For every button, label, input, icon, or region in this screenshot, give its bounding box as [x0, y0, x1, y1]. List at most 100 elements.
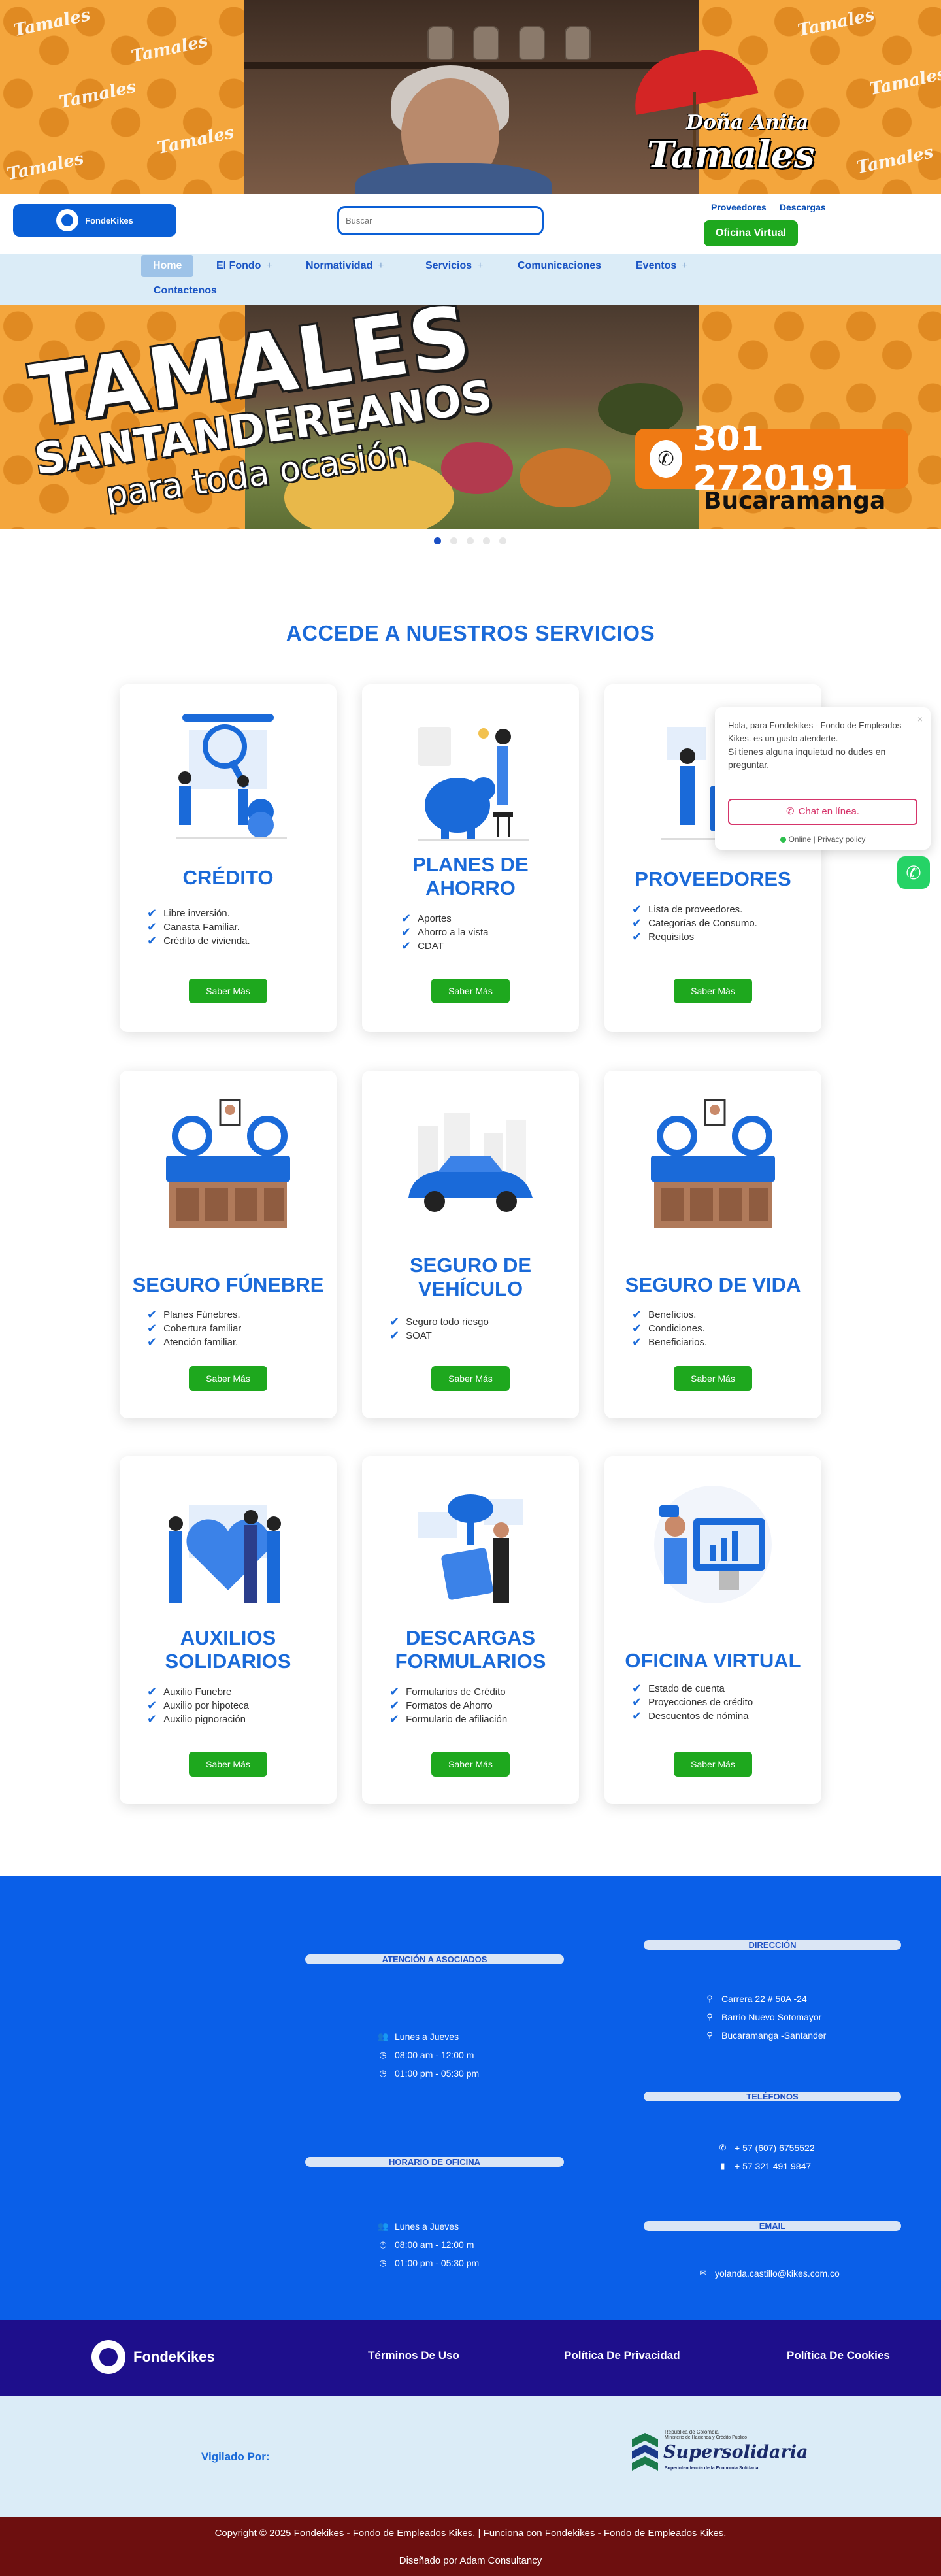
check-icon: ✔ [147, 1685, 157, 1698]
copyright-bar: Copyright © 2025 Fondekikes - Fondo de E… [0, 2517, 941, 2576]
check-icon: ✔ [632, 1335, 642, 1348]
vigilado-label: Vigilado Por: [201, 2451, 270, 2463]
life-insurance-illustration [651, 1099, 775, 1228]
link-proveedores[interactable]: Proveedores [711, 202, 767, 212]
link-privacidad[interactable]: Política De Privacidad [564, 2349, 680, 2362]
address-barrio: ⚲ Barrio Nuevo Sotomayor [704, 2012, 821, 2022]
list-item-text: Estado de cuenta [648, 1683, 725, 1694]
address-city: ⚲ Bucaramanga -Santander [704, 2030, 826, 2041]
card-seguro-vida: SEGURO DE VIDA ✔ Beneficios. ✔ Condiciones… [604, 1071, 821, 1418]
email-address[interactable]: ✉ yolanda.castillo@kikes.com.co [698, 2268, 840, 2279]
card-oficina-virtual: OFICINA VIRTUAL ✔ Estado de cuenta ✔ Proye… [604, 1456, 821, 1804]
phone-landline[interactable]: ✆ + 57 (607) 6755522 [718, 2143, 815, 2153]
email-title: EMAIL [644, 2221, 901, 2231]
hero-phone-badge[interactable]: ✆ 301 2720191 [635, 420, 908, 498]
list-item-text: Atención familiar. [163, 1337, 239, 1348]
card-list: ✔ Estado de cuenta ✔ Proyecciones de crédi… [632, 1682, 753, 1723]
phone-mobile[interactable]: ▮ + 57 321 491 9847 [718, 2161, 811, 2171]
nav-normatividad[interactable]: Normatividad + [302, 255, 388, 277]
hero-slider[interactable]: TAMALES SANTANDEREANOS para toda ocasión… [0, 305, 941, 529]
saber-mas-button[interactable]: Saber Más [189, 1366, 267, 1391]
check-icon: ✔ [632, 916, 642, 929]
info-text: + 57 321 491 9847 [735, 2161, 812, 2171]
nav-comunicaciones[interactable]: Comunicaciones [514, 255, 605, 277]
saber-mas-button[interactable]: Saber Más [189, 1752, 267, 1777]
saber-mas-button[interactable]: Saber Más [674, 1752, 752, 1777]
logo-line-2: Tamales [647, 133, 815, 176]
info-text: Carrera 22 # 50A -24 [721, 1994, 807, 2004]
slider-dot[interactable] [434, 537, 441, 544]
slider-dot[interactable] [450, 537, 457, 544]
card-list: ✔ Formularios de Crédito ✔ Formatos de Aho… [389, 1685, 507, 1726]
designed-by-text[interactable]: Diseñado por Adam Consultancy [0, 2555, 941, 2566]
card-list: ✔ Aportes ✔ Ahorro a la vista ✔ CDAT [401, 912, 488, 953]
link-cookies[interactable]: Política De Cookies [787, 2349, 890, 2362]
whatsapp-icon: ✆ [906, 862, 921, 883]
saber-mas-button[interactable]: Saber Más [431, 979, 510, 1003]
nav-label: Normatividad [306, 260, 373, 271]
supersolidaria-logo[interactable]: República de Colombia Ministerio de Haci… [631, 2425, 808, 2481]
whatsapp-float-button[interactable]: ✆ [897, 856, 930, 889]
atencion-days: 👥 Lunes a Jueves [378, 2032, 459, 2042]
saber-mas-button[interactable]: Saber Más [674, 979, 752, 1003]
promo-banner[interactable]: Tamales Tamales Tamales Tamales Tamales … [0, 0, 941, 194]
nav-home[interactable]: Home [141, 255, 194, 277]
card-credito: CRÉDITO ✔ Libre inversión. ✔ Canasta Famil… [120, 684, 337, 1032]
card-title: PLANES DE AHORRO [412, 853, 529, 899]
list-item: ✔ Beneficios. [632, 1308, 707, 1322]
online-indicator-icon [780, 837, 786, 843]
saber-mas-button[interactable]: Saber Más [189, 979, 267, 1003]
footer-logo-text: FondeKikes [133, 2349, 215, 2365]
atencion-morning: ◷ 08:00 am - 12:00 m [378, 2050, 474, 2060]
top-links: Proveedores Descargas [711, 202, 826, 212]
slider-dot[interactable] [499, 537, 506, 544]
atencion-afternoon: ◷ 01:00 pm - 05:30 pm [378, 2068, 479, 2079]
close-icon[interactable]: × [917, 712, 923, 726]
saber-mas-button[interactable]: Saber Más [431, 1366, 510, 1391]
list-item-text: Seguro todo riesgo [406, 1316, 489, 1328]
list-item: ✔ Descuentos de nómina [632, 1709, 753, 1723]
contact-info-section: ATENCIÓN A ASOCIADOS 👥 Lunes a Jueves ◷ 08… [0, 1876, 941, 2320]
piggy-bank-illustration [418, 727, 529, 841]
list-item-text: Libre inversión. [163, 908, 230, 919]
horario-morning: ◷ 08:00 am - 12:00 m [378, 2239, 474, 2250]
clock-icon: ◷ [379, 2068, 387, 2078]
check-icon: ✔ [147, 920, 157, 933]
check-icon: ✔ [147, 907, 157, 920]
chat-status-text[interactable]: Online | Privacy policy [789, 835, 866, 844]
link-descargas[interactable]: Descargas [780, 202, 826, 212]
list-item: ✔ Beneficiarios. [632, 1335, 707, 1349]
chat-status: Online | Privacy policy [715, 833, 931, 846]
saber-mas-button[interactable]: Saber Más [674, 1366, 752, 1391]
expand-icon: + [378, 260, 384, 271]
list-item: ✔ Condiciones. [632, 1322, 707, 1335]
card-seguro-vehiculo: SEGURO DE VEHÍCULO ✔ Seguro todo riesgo ✔… [362, 1071, 579, 1418]
check-icon: ✔ [389, 1713, 400, 1726]
card-title: AUXILIOS SOLIDARIOS [165, 1626, 291, 1673]
services-title: ACCEDE A NUESTROS SERVICIOS [286, 621, 655, 645]
oficina-virtual-button[interactable]: Oficina Virtual [704, 220, 798, 246]
list-item: ✔ Planes Fúnebres. [147, 1308, 241, 1322]
check-icon: ✔ [401, 912, 412, 925]
nav-contactenos[interactable]: Contactenos [150, 280, 221, 302]
list-item: ✔ Proyecciones de crédito [632, 1696, 753, 1709]
slider-dot[interactable] [467, 537, 474, 544]
info-text: 01:00 pm - 05:30 pm [395, 2068, 480, 2079]
nav-servicios[interactable]: Servicios + [421, 255, 487, 277]
chat-online-button[interactable]: ✆ Chat en línea. [728, 799, 917, 825]
link-terminos[interactable]: Términos De Uso [368, 2349, 459, 2362]
search-input[interactable] [337, 206, 544, 235]
hero-phone-number: 301 2720191 [693, 420, 859, 498]
list-item-text: Auxilio por hipoteca [163, 1700, 250, 1711]
list-item-text: Cobertura familiar [163, 1323, 242, 1334]
saber-mas-button[interactable]: Saber Más [431, 1752, 510, 1777]
slider-dot[interactable] [483, 537, 490, 544]
site-logo[interactable]: FondeKikes [13, 204, 176, 237]
footer-logo[interactable]: FondeKikes [91, 2340, 215, 2374]
list-item: ✔ Crédito de vivienda. [147, 934, 250, 948]
nav-eventos[interactable]: Eventos + [632, 255, 692, 277]
check-icon: ✔ [632, 1682, 642, 1695]
card-title: PROVEEDORES [635, 867, 791, 890]
nav-el-fondo[interactable]: El Fondo + [212, 255, 276, 277]
check-icon: ✔ [401, 939, 412, 952]
